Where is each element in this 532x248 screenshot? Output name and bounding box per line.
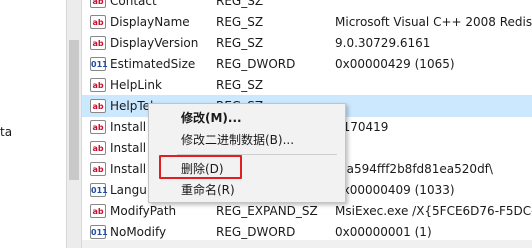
value-row-displayname[interactable]: ab DisplayName REG_SZ Microsoft Visual C… <box>82 11 532 33</box>
value-type: REG_DWORD <box>216 57 296 71</box>
value-type: REG_DWORD <box>216 225 296 239</box>
tree-item-label[interactable]: ta <box>0 125 12 139</box>
string-value-icon: ab <box>90 99 106 113</box>
value-row-estimatedsize[interactable]: 011 EstimatedSize REG_DWORD 0x00000429 (… <box>82 53 532 75</box>
value-name: Contact <box>110 0 157 8</box>
string-value-icon: ab <box>90 162 106 176</box>
value-data: Microsoft Visual C++ 2008 Redis <box>335 15 532 29</box>
value-name: EstimatedSize <box>110 57 196 71</box>
dword-value-icon: 011 <box>90 225 108 239</box>
value-type: REG_SZ <box>216 15 264 29</box>
dword-value-icon: 011 <box>90 183 108 197</box>
value-name: NoModify <box>110 225 167 239</box>
value-row-modifypath[interactable]: ab ModifyPath REG_EXPAND_SZ MsiExec.exe … <box>82 200 532 222</box>
tree-scrollbar-thumb[interactable] <box>69 40 79 180</box>
string-value-icon: ab <box>90 36 106 50</box>
value-name: ModifyPath <box>110 204 177 218</box>
delete-highlight-annotation <box>159 155 242 179</box>
value-row-helplink[interactable]: ab HelpLink REG_SZ <box>82 74 532 96</box>
string-value-icon: ab <box>90 0 106 8</box>
value-data: 9.0.30729.6161 <box>335 36 431 50</box>
menu-item-modify-binary[interactable]: 修改二进制数据(B)... <box>181 130 294 150</box>
string-value-icon: ab <box>90 120 106 134</box>
value-type: REG_EXPAND_SZ <box>216 204 318 218</box>
value-type: REG_SZ <box>216 36 264 50</box>
value-type: REG_SZ <box>216 0 264 8</box>
registry-tree-pane[interactable]: ta <box>0 0 66 248</box>
value-type: REG_SZ <box>216 78 264 92</box>
tree-scrollbar[interactable] <box>66 0 82 248</box>
string-value-icon: ab <box>90 15 106 29</box>
horizontal-scrollbar[interactable] <box>82 240 532 248</box>
value-name: DisplayVersion <box>110 36 199 50</box>
value-name: DisplayName <box>110 15 190 29</box>
dword-value-icon: 011 <box>90 57 108 71</box>
value-data: 0x00000429 (1065) <box>335 57 455 71</box>
value-data: 0x00000001 (1) <box>335 225 432 239</box>
value-row-displayversion[interactable]: ab DisplayVersion REG_SZ 9.0.30729.6161 <box>82 32 532 54</box>
menu-item-modify[interactable]: 修改(M)... <box>181 108 242 128</box>
string-value-icon: ab <box>90 78 106 92</box>
context-menu: 修改(M)... 修改二进制数据(B)... 删除(D) 重命名(R) <box>148 103 346 203</box>
value-data: MsiExec.exe /X{5FCE6D76-F5DC- <box>335 204 532 218</box>
string-value-icon: ab <box>90 204 106 218</box>
value-data: \8a594fff2b8fd81ea520df\ <box>335 162 493 176</box>
value-name: HelpLink <box>110 78 162 92</box>
menu-item-rename[interactable]: 重命名(R) <box>181 180 235 200</box>
string-value-icon: ab <box>90 141 106 155</box>
value-data: 0x00000409 (1033) <box>335 183 455 197</box>
